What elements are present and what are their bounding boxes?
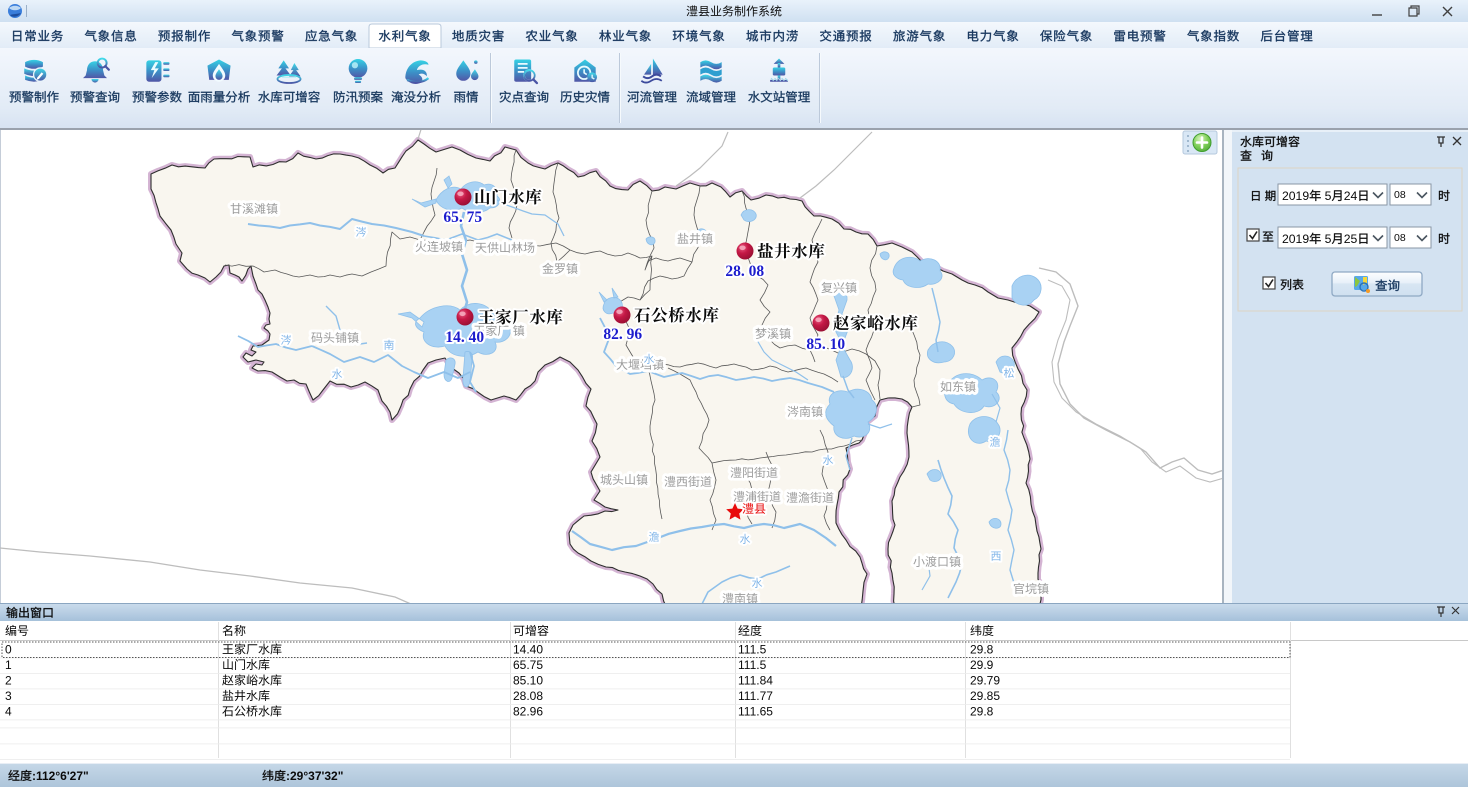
svg-text:2019: 2019 — [1282, 232, 1309, 246]
svg-text:2019: 2019 — [1282, 189, 1309, 203]
svg-text:08: 08 — [1394, 189, 1406, 201]
svg-text:25: 25 — [1344, 232, 1358, 246]
svg-text:65.75: 65.75 — [513, 658, 543, 672]
svg-text:82.96: 82.96 — [513, 705, 543, 719]
svg-text::29°37'32": :29°37'32" — [286, 769, 343, 783]
svg-text:0: 0 — [5, 643, 12, 657]
svg-text:24: 24 — [1344, 189, 1358, 203]
svg-text::112°6'27": :112°6'27" — [32, 769, 89, 783]
svg-text:2: 2 — [5, 674, 12, 688]
svg-text:29.79: 29.79 — [970, 674, 1000, 688]
svg-text:111.84: 111.84 — [738, 674, 773, 688]
svg-text:111.77: 111.77 — [738, 689, 773, 703]
svg-text:85. 10: 85. 10 — [806, 336, 845, 353]
svg-text:82. 96: 82. 96 — [603, 326, 642, 343]
svg-text:08: 08 — [1394, 232, 1406, 244]
svg-text:3: 3 — [5, 689, 12, 703]
svg-text:14.40: 14.40 — [513, 643, 543, 657]
svg-text:85.10: 85.10 — [513, 674, 543, 688]
svg-text:29.85: 29.85 — [970, 689, 1000, 703]
svg-text:5: 5 — [1321, 232, 1331, 246]
svg-text:111.65: 111.65 — [738, 705, 773, 719]
svg-text:65. 75: 65. 75 — [443, 209, 482, 226]
svg-text:29.8: 29.8 — [970, 643, 994, 657]
svg-text:1: 1 — [5, 658, 12, 672]
svg-text:29.9: 29.9 — [970, 658, 994, 672]
svg-text:5: 5 — [1321, 189, 1331, 203]
svg-text:14. 40: 14. 40 — [445, 329, 484, 346]
svg-text:28. 08: 28. 08 — [725, 263, 764, 280]
svg-text:111.5: 111.5 — [738, 658, 767, 672]
svg-text:4: 4 — [5, 705, 12, 719]
svg-text:29.8: 29.8 — [970, 705, 994, 719]
svg-text:28.08: 28.08 — [513, 689, 543, 703]
svg-text:111.5: 111.5 — [738, 643, 767, 657]
